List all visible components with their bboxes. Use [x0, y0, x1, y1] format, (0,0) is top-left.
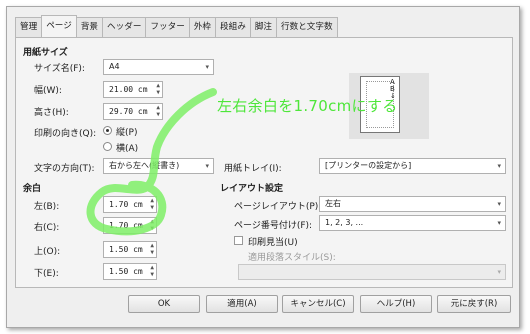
tab-background[interactable]: 背景 — [75, 17, 104, 37]
orientation-label: 印刷の向き(Q): — [34, 129, 97, 139]
ok-button[interactable]: OK — [128, 295, 200, 313]
spin-arrows-icon[interactable]: ▲ ▼ — [156, 82, 160, 96]
page-style-dialog: 管理 ページ 背景 ヘッダー フッター 外枠 段組み 脚注 行数と文字数 用紙サ… — [6, 6, 520, 328]
left-margin-value: 1.70 cm — [109, 200, 143, 209]
page-numbering-select[interactable]: 1, 2, 3, ... ▾ — [319, 215, 506, 231]
bottom-margin-spinner[interactable]: 1.50 cm ▲ ▼ — [103, 263, 157, 280]
landscape-label: 横(A) — [116, 144, 139, 154]
register-true-label: 印刷見当(U) — [248, 238, 298, 248]
portrait-radio[interactable] — [103, 126, 112, 135]
paper-tray-value: [プリンターの設定から] — [325, 161, 412, 170]
top-margin-value: 1.50 cm — [109, 245, 143, 254]
page-numbering-value: 1, 2, 3, ... — [325, 218, 364, 227]
paper-height-label: 高さ(H): — [34, 108, 69, 118]
right-margin-value: 1.70 cm — [109, 221, 143, 230]
tab-page[interactable]: ページ — [41, 15, 77, 37]
paper-height-value: 29.70 cm — [109, 107, 148, 116]
page-layout-label: ページレイアウト(P): — [234, 202, 322, 212]
text-direction-label: 文字の方向(T): — [34, 164, 95, 174]
spin-arrows-icon[interactable]: ▲ ▼ — [150, 197, 154, 211]
layout-settings-heading: レイアウト設定 — [220, 184, 284, 194]
page-numbering-label: ページ番号付け(F): — [234, 221, 313, 231]
paper-size-value: A4 — [109, 62, 120, 71]
chevron-down-icon: ▾ — [497, 219, 501, 227]
help-button[interactable]: ヘルプ(H) — [360, 295, 432, 313]
tab-footer[interactable]: フッター — [145, 17, 190, 37]
text-direction-value: 右から左へ(縦書き) — [109, 161, 180, 170]
reference-style-label: 適用段落スタイル(S): — [248, 253, 336, 263]
paper-width-value: 21.00 cm — [109, 85, 148, 94]
reset-button[interactable]: 元に戻す(R) — [437, 295, 511, 313]
annotation-text: 左右余白を1.70cmにする — [217, 97, 398, 115]
tab-footnote[interactable]: 脚注 — [249, 17, 278, 37]
text-direction-select[interactable]: 右から左へ(縦書き) ▾ — [103, 158, 214, 174]
paper-format-heading: 用紙サイズ — [23, 48, 68, 58]
tab-columns[interactable]: 段組み — [215, 17, 251, 37]
page-tab-panel: 用紙サイズ サイズ名(F): A4 ▾ 幅(W): 21.00 cm ▲ ▼ 高さ(H… — [15, 37, 513, 288]
right-margin-spinner[interactable]: 1.70 cm ▲ ▼ — [103, 217, 157, 234]
paper-size-label: サイズ名(F): — [34, 64, 85, 74]
page-layout-value: 左右 — [325, 199, 341, 208]
paper-width-label: 幅(W): — [34, 86, 62, 96]
chevron-down-icon: ▾ — [205, 162, 209, 170]
margins-heading: 余白 — [23, 184, 42, 194]
chevron-down-icon: ▾ — [497, 268, 501, 276]
chevron-down-icon: ▾ — [497, 200, 501, 208]
paper-height-spinner[interactable]: 29.70 cm ▲ ▼ — [103, 103, 163, 120]
chevron-down-icon: ▾ — [205, 63, 209, 71]
spin-arrows-icon[interactable]: ▲ ▼ — [150, 218, 154, 232]
bottom-margin-value: 1.50 cm — [109, 267, 143, 276]
landscape-radio[interactable] — [103, 142, 112, 151]
apply-button[interactable]: 適用(A) — [206, 295, 278, 313]
spin-arrows-icon[interactable]: ▲ ▼ — [150, 242, 154, 256]
tab-bar: 管理 ページ 背景 ヘッダー フッター 外枠 段組み 脚注 行数と文字数 — [15, 15, 338, 37]
right-margin-label: 右(C): — [34, 223, 60, 233]
paper-width-spinner[interactable]: 21.00 cm ▲ ▼ — [103, 81, 163, 98]
bottom-margin-label: 下(E): — [34, 269, 59, 279]
paper-tray-select[interactable]: [プリンターの設定から] ▾ — [319, 158, 506, 174]
cancel-button[interactable]: キャンセル(C) — [282, 295, 354, 313]
tab-borders[interactable]: 外枠 — [188, 17, 217, 37]
reference-style-select[interactable]: ▾ — [238, 264, 506, 280]
paper-size-select[interactable]: A4 ▾ — [103, 59, 214, 75]
tab-header[interactable]: ヘッダー — [102, 17, 147, 37]
tab-manage[interactable]: 管理 — [15, 17, 43, 37]
register-true-checkbox[interactable] — [234, 236, 243, 245]
paper-tray-label: 用紙トレイ(I): — [224, 164, 282, 174]
spin-arrows-icon[interactable]: ▲ ▼ — [150, 264, 154, 278]
left-margin-spinner[interactable]: 1.70 cm ▲ ▼ — [103, 196, 157, 213]
top-margin-spinner[interactable]: 1.50 cm ▲ ▼ — [103, 241, 157, 258]
tab-text-grid[interactable]: 行数と文字数 — [276, 17, 338, 37]
left-margin-label: 左(B): — [34, 202, 60, 212]
spin-arrows-icon[interactable]: ▲ ▼ — [156, 104, 160, 118]
chevron-down-icon: ▾ — [497, 162, 501, 170]
portrait-label: 縦(P) — [116, 128, 138, 138]
top-margin-label: 上(O): — [34, 247, 61, 257]
page-layout-select[interactable]: 左右 ▾ — [319, 196, 506, 212]
